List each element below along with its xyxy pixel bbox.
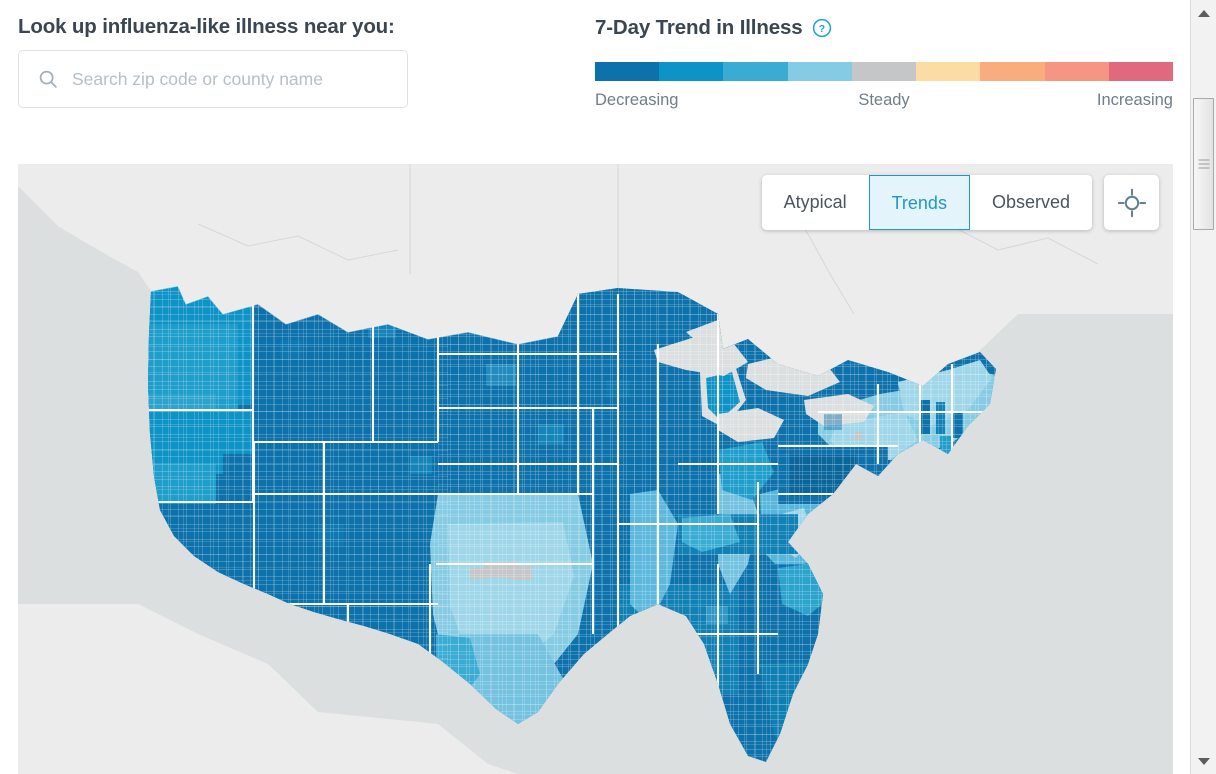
header-row: Look up influenza-like illness near you:… xyxy=(0,0,1190,148)
map-tab-observed[interactable]: Observed xyxy=(969,175,1092,230)
svg-text:?: ? xyxy=(819,23,825,35)
map-canvas[interactable] xyxy=(18,164,1173,774)
page-root: Look up influenza-like illness near you:… xyxy=(0,0,1216,774)
vertical-scrollbar[interactable] xyxy=(1190,0,1216,774)
legend-title-wrap: 7-Day Trend in Illness ? xyxy=(595,0,1175,40)
map-controls: Atypical Trends Observed xyxy=(761,175,1159,230)
legend-swatch-0 xyxy=(595,62,660,81)
scrollbar-thumb-grip xyxy=(1198,157,1209,172)
map-view-toggle-group: Atypical Trends Observed xyxy=(761,175,1092,230)
map-tab-trends[interactable]: Trends xyxy=(868,175,970,230)
question-circle-icon[interactable]: ? xyxy=(812,18,832,38)
legend-labels: Decreasing Steady Increasing xyxy=(595,91,1173,117)
trend-colorbar xyxy=(595,62,1173,81)
scroll-up-arrow-icon[interactable] xyxy=(1191,0,1216,26)
crosshair-locate-icon xyxy=(1117,188,1146,217)
search-section: Look up influenza-like illness near you: xyxy=(18,0,578,108)
legend-swatch-2 xyxy=(723,62,788,81)
scroll-down-arrow-icon[interactable] xyxy=(1191,748,1216,774)
locate-me-button[interactable] xyxy=(1104,175,1159,230)
legend-label-increasing: Increasing xyxy=(1096,91,1173,109)
legend-label-decreasing: Decreasing xyxy=(595,91,679,109)
legend-swatch-4 xyxy=(851,62,917,81)
trend-legend-section: 7-Day Trend in Illness ? Decreasing Stea… xyxy=(595,0,1175,117)
legend-title: 7-Day Trend in Illness xyxy=(595,16,803,39)
choropleth-map[interactable]: Atypical Trends Observed xyxy=(18,164,1173,774)
search-box[interactable] xyxy=(18,50,408,108)
content-column: Look up influenza-like illness near you:… xyxy=(0,0,1190,774)
map-tab-atypical[interactable]: Atypical xyxy=(761,175,869,230)
legend-swatch-8 xyxy=(1108,62,1173,81)
search-input[interactable] xyxy=(72,68,392,90)
search-icon xyxy=(39,70,57,88)
search-heading: Look up influenza-like illness near you: xyxy=(18,15,395,38)
legend-swatch-5 xyxy=(916,62,981,81)
legend-swatch-3 xyxy=(787,62,852,81)
legend-label-steady: Steady xyxy=(858,91,910,109)
legend-swatch-6 xyxy=(980,62,1045,81)
legend-swatch-7 xyxy=(1044,62,1109,81)
legend-swatch-1 xyxy=(659,62,724,81)
scrollbar-thumb[interactable] xyxy=(1193,98,1214,230)
